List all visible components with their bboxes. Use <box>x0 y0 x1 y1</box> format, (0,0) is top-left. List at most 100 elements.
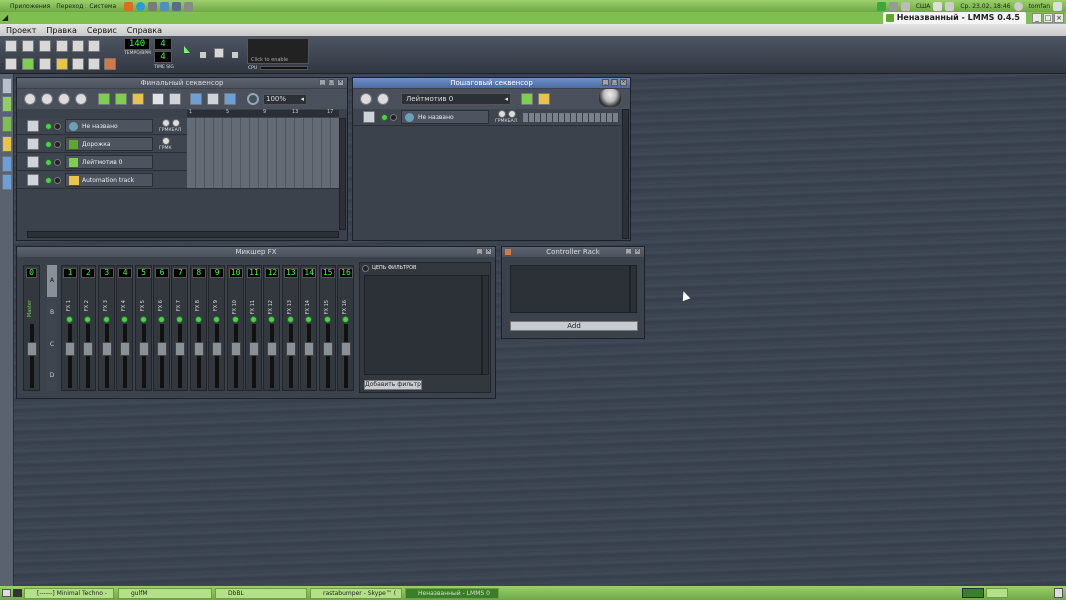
root-directory-icon[interactable] <box>2 174 12 190</box>
workspace-switcher[interactable] <box>962 588 984 598</box>
my-home-icon[interactable] <box>2 156 12 172</box>
stop-behaviour-icon[interactable] <box>224 93 236 105</box>
channel-mute-led[interactable] <box>231 316 239 323</box>
channel-fader-track[interactable] <box>178 324 183 388</box>
taskbar-item[interactable]: rastabumper - Skype™ ( <box>310 588 402 599</box>
song-pattern-grid[interactable] <box>187 118 339 188</box>
channel-fader[interactable] <box>138 342 149 356</box>
solo-led[interactable] <box>54 123 61 130</box>
bb-editor-minimize[interactable]: _ <box>602 79 609 86</box>
channel-fader[interactable] <box>285 342 296 356</box>
menu-project[interactable]: Проект <box>6 26 36 35</box>
volume-icon[interactable] <box>888 1 898 11</box>
user-name[interactable]: tomfan <box>1029 3 1050 10</box>
channel-mute-led[interactable] <box>66 316 73 323</box>
bank-b-button[interactable]: B <box>47 297 57 329</box>
add-pattern-icon[interactable] <box>521 93 533 105</box>
edit-mode-icon[interactable] <box>169 93 181 105</box>
track-grip-icon[interactable] <box>363 111 375 123</box>
skype-icon[interactable] <box>136 1 146 11</box>
channel-fader-track[interactable] <box>344 324 348 388</box>
channel-fader[interactable] <box>175 342 186 356</box>
pan-knob[interactable] <box>172 119 180 127</box>
channel-fader[interactable] <box>304 342 315 356</box>
track-name-button[interactable]: Не названо <box>401 110 489 124</box>
mixer-channel[interactable]: 1 FX 1 <box>61 265 78 391</box>
minimize-button[interactable]: _ <box>1032 13 1042 23</box>
channel-fader[interactable] <box>65 342 75 356</box>
automation-editor-icon[interactable] <box>56 58 68 70</box>
song-editor-close[interactable]: × <box>337 79 344 86</box>
controller-rack-minimize[interactable]: _ <box>625 248 632 255</box>
notes-icon[interactable] <box>88 58 100 70</box>
close-button[interactable]: × <box>1054 13 1064 23</box>
effects-enable-led[interactable] <box>362 265 369 272</box>
mixer-channel[interactable]: 13 FX 13 <box>281 265 299 391</box>
recent-projects-icon[interactable] <box>56 40 68 52</box>
channel-fader[interactable] <box>157 342 167 356</box>
channel-fader-track[interactable] <box>325 324 330 388</box>
channel-fader-track[interactable] <box>270 324 275 388</box>
channel-fader[interactable] <box>249 342 259 356</box>
network-icon[interactable] <box>172 1 182 11</box>
firefox-icon[interactable] <box>124 1 134 11</box>
song-horizontal-scrollbar[interactable] <box>27 231 339 238</box>
bb-editor-maximize[interactable]: □ <box>611 79 618 86</box>
show-desktop-icon[interactable] <box>2 589 11 597</box>
channel-fader[interactable] <box>267 342 278 356</box>
solo-led[interactable] <box>54 159 61 166</box>
volume-knob[interactable] <box>162 137 170 145</box>
step-sequence[interactable] <box>523 113 619 122</box>
channel-fader-track[interactable] <box>68 324 72 388</box>
solo-led[interactable] <box>54 177 61 184</box>
power-icon[interactable] <box>1053 1 1062 11</box>
terminal-icon[interactable] <box>13 589 22 597</box>
channel-fader-track[interactable] <box>252 324 256 388</box>
mixer-channel[interactable]: 4 FX 4 <box>116 265 134 391</box>
bb-vertical-scrollbar[interactable] <box>622 109 629 239</box>
channel-mute-led[interactable] <box>323 316 331 323</box>
bank-d-button[interactable]: D <box>47 361 57 391</box>
channel-mute-led[interactable] <box>158 316 165 323</box>
add-sample-track-icon[interactable] <box>115 93 127 105</box>
channel-fader-track[interactable] <box>288 324 293 388</box>
chat-icon[interactable] <box>160 1 170 11</box>
song-editor-titlebar[interactable]: Финальный секвенсор _ □ × <box>17 78 347 88</box>
menu-tools[interactable]: Сервис <box>87 26 117 35</box>
controller-rack-close[interactable]: × <box>634 248 641 255</box>
channel-mute-led[interactable] <box>194 316 202 323</box>
master-fader[interactable] <box>27 342 37 356</box>
new-project-icon[interactable] <box>5 40 17 52</box>
add-automation-track-icon[interactable] <box>132 93 144 105</box>
mixer-channel[interactable]: 15 FX 15 <box>318 265 336 391</box>
track-name-button[interactable]: Не названо <box>65 119 153 133</box>
channel-fader-track[interactable] <box>215 324 220 388</box>
mute-led[interactable] <box>45 123 52 130</box>
my-presets-icon[interactable] <box>2 136 12 152</box>
open-project-icon[interactable] <box>39 40 51 52</box>
add-bb-track-icon[interactable] <box>98 93 110 105</box>
record-play-button[interactable] <box>58 93 70 105</box>
my-projects-icon[interactable] <box>2 96 12 112</box>
master-pitch-icon[interactable] <box>214 48 224 58</box>
mute-led[interactable] <box>45 141 52 148</box>
app-menu-icon[interactable]: ◢ <box>2 13 11 22</box>
app-launcher-icon[interactable] <box>148 1 158 11</box>
update-icon[interactable] <box>876 1 886 11</box>
channel-mute-led[interactable] <box>213 316 221 323</box>
channel-mute-led[interactable] <box>121 316 129 323</box>
channel-fader-track[interactable] <box>104 324 109 388</box>
record-button[interactable] <box>41 93 53 105</box>
volume-knob[interactable] <box>162 119 170 127</box>
screen-icon[interactable] <box>184 1 194 11</box>
channel-fader[interactable] <box>120 342 131 356</box>
menu-edit[interactable]: Правка <box>46 26 76 35</box>
menu-applications[interactable]: Приложения <box>10 3 50 10</box>
loop-points-icon[interactable] <box>207 93 219 105</box>
controller-rack-titlebar[interactable]: Controller Rack _ × <box>502 247 644 257</box>
track-name-button[interactable]: Лейтмотив 0 <box>65 155 153 169</box>
workspace-switcher-2[interactable] <box>986 588 1008 598</box>
mixer-channel[interactable]: 10 FX 10 <box>226 265 244 391</box>
mixer-channel[interactable]: 14 FX 14 <box>300 265 318 391</box>
new-from-template-icon[interactable] <box>22 40 34 52</box>
